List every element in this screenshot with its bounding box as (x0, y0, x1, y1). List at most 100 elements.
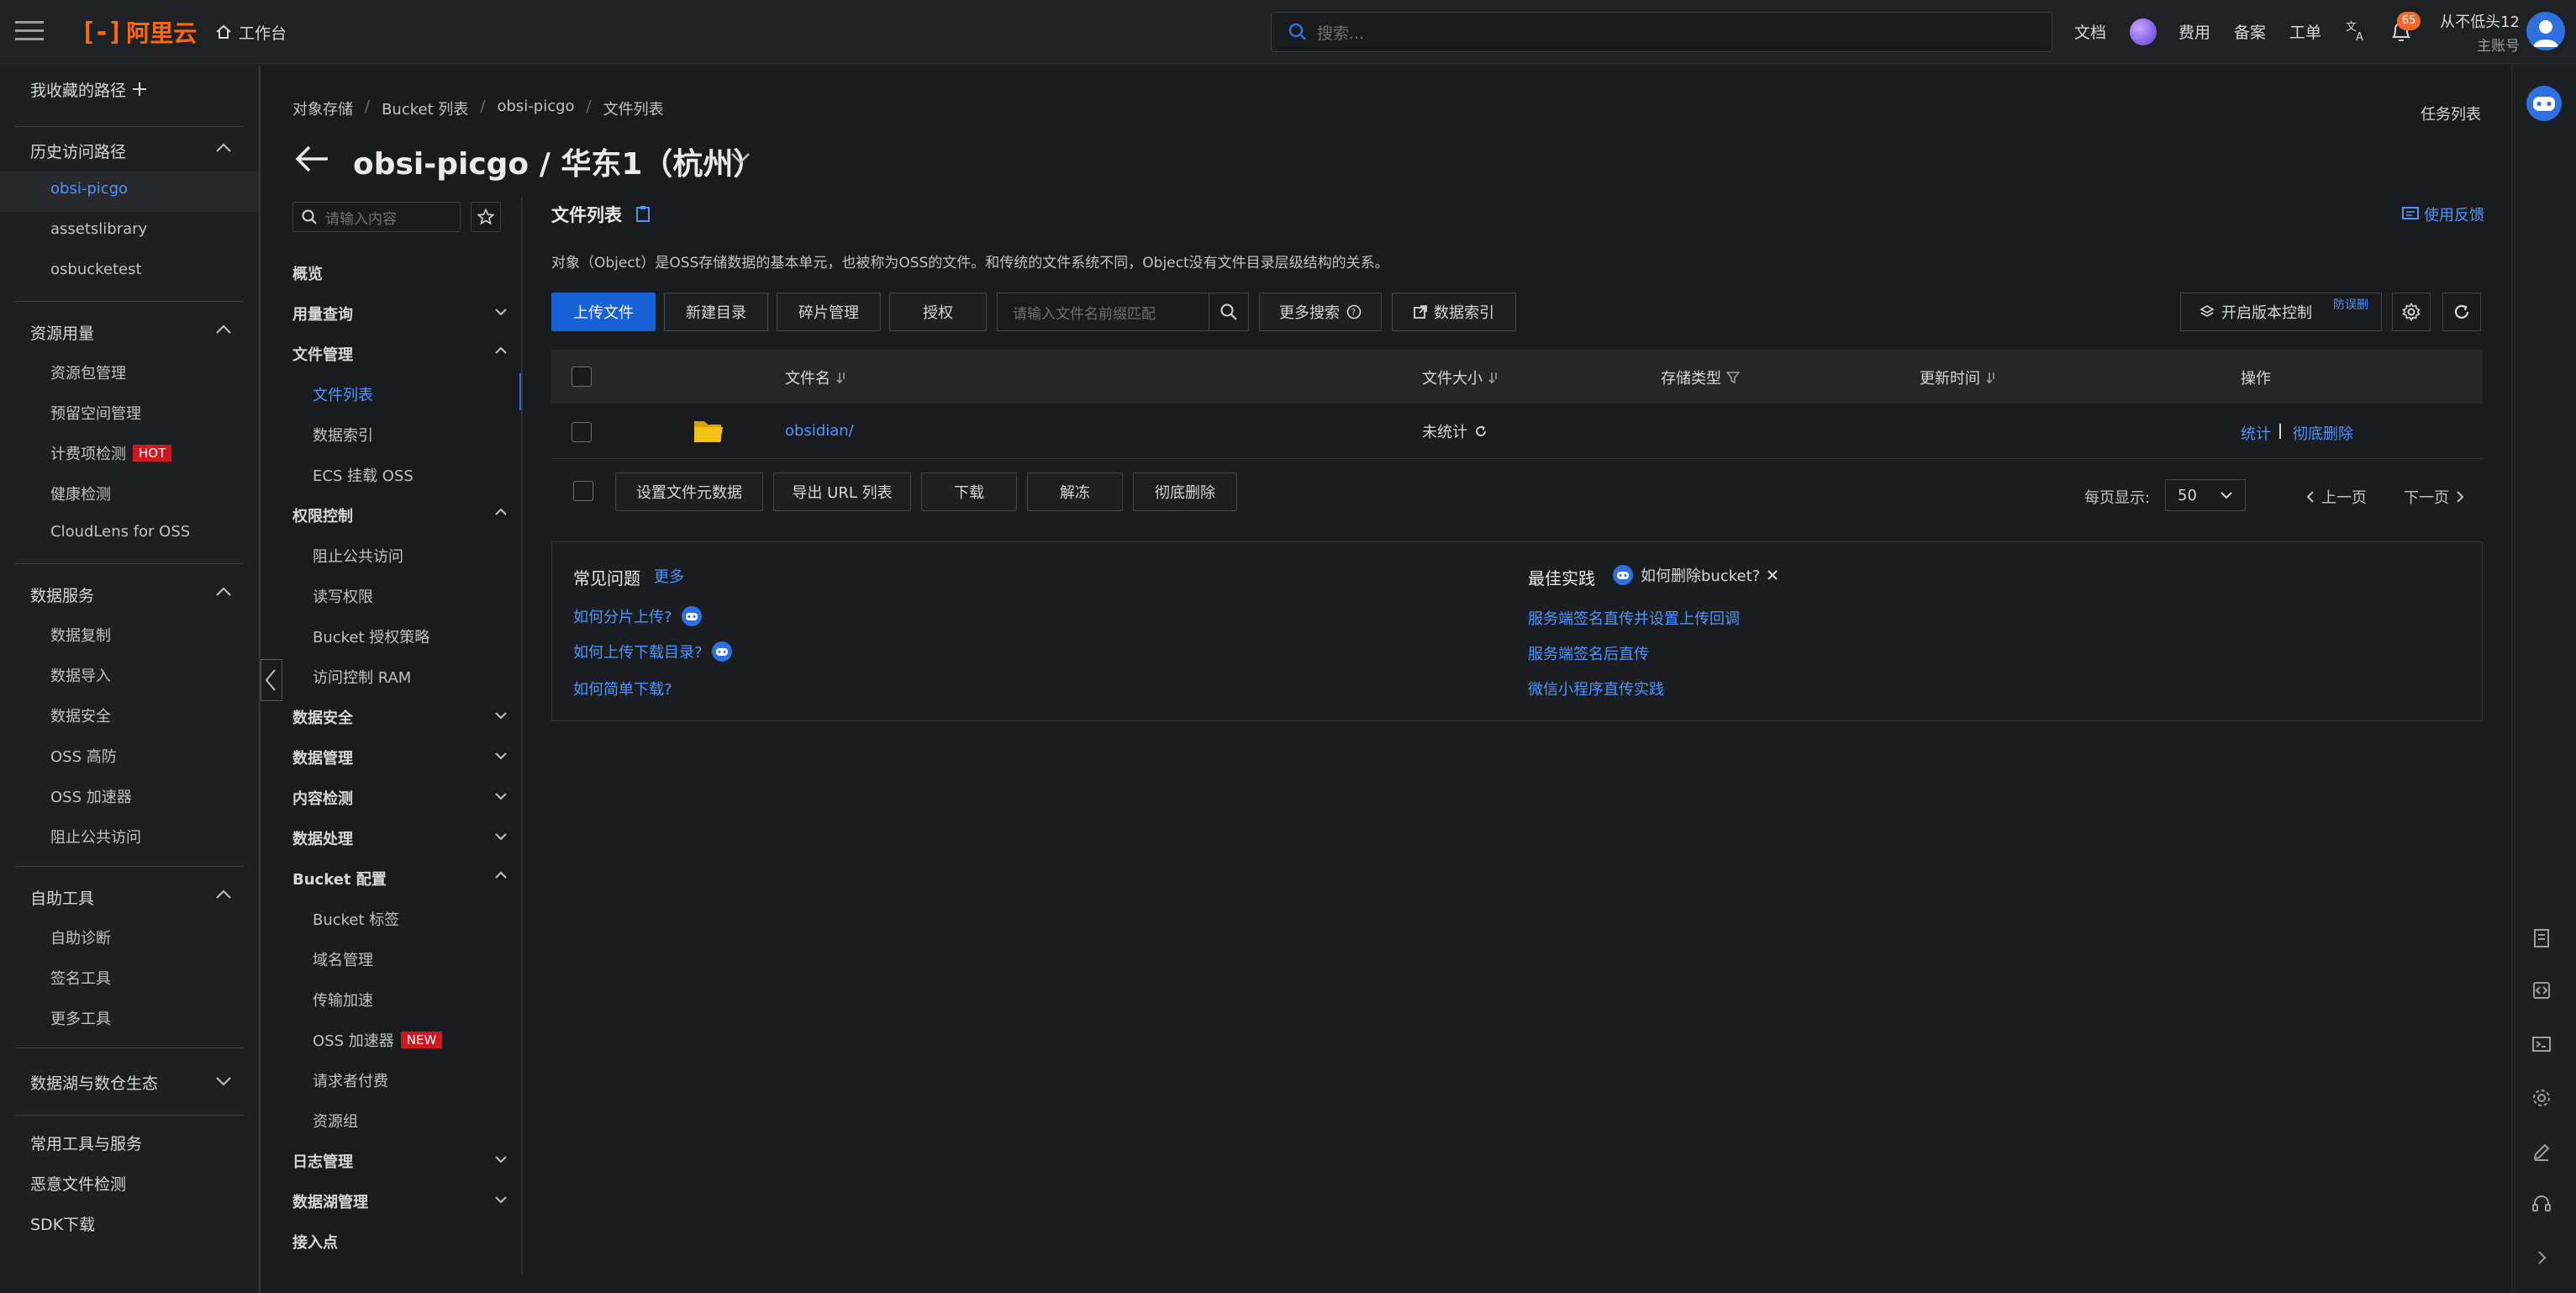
chevron-up-icon[interactable] (494, 346, 511, 356)
secnav-oss-accelerator[interactable]: OSS 加速器 NEW (313, 1029, 443, 1051)
nav-billing-check[interactable]: 计费项检测 HOT (50, 442, 172, 464)
more-search-button[interactable]: 更多搜索 ? (1259, 293, 1382, 331)
faq-more-link[interactable]: 更多 (654, 565, 684, 587)
page-size-select[interactable]: 50 (2165, 479, 2246, 511)
chevron-down-icon[interactable] (215, 1076, 232, 1086)
nav-history-obsi-picgo[interactable]: obsi-picgo (50, 180, 128, 198)
unfreeze-button[interactable]: 解冻 (1027, 472, 1123, 511)
chevron-down-icon[interactable] (494, 1155, 511, 1165)
breadcrumb-bucket[interactable]: obsi-picgo (497, 98, 574, 119)
fragment-management-button[interactable]: 碎片管理 (777, 293, 881, 331)
nav-history-assetslibrary[interactable]: assetslibrary (50, 220, 147, 238)
secnav-transfer-accel[interactable]: 传输加速 (313, 989, 373, 1011)
chevron-up-icon[interactable] (215, 143, 232, 153)
clipboard-icon[interactable] (635, 205, 651, 222)
back-arrow-icon[interactable] (294, 145, 329, 173)
nav-signature-tool[interactable]: 签名工具 (50, 967, 111, 989)
global-search-input[interactable]: 搜索... (1271, 12, 2052, 52)
settings-button[interactable] (2392, 293, 2431, 331)
next-page-button[interactable]: 下一页 (2404, 486, 2464, 508)
secnav-log-mgmt[interactable]: 日志管理 (292, 1150, 353, 1172)
secnav-datalake-mgmt[interactable]: 数据湖管理 (292, 1190, 368, 1212)
col-filename[interactable]: 文件名 (785, 367, 847, 388)
nav-sdk-download[interactable]: SDK下载 (30, 1212, 95, 1235)
icp-link[interactable]: 备案 (2234, 20, 2266, 43)
secnav-block-public[interactable]: 阻止公共访问 (313, 545, 403, 567)
refresh-button[interactable] (2442, 293, 2481, 331)
close-icon[interactable] (1767, 569, 1778, 581)
col-storage-type[interactable]: 存储类型 (1661, 367, 1740, 388)
best-practice-wechat[interactable]: 微信小程序直传实践 (1528, 678, 1664, 699)
row-stat-link[interactable]: 统计 (2241, 422, 2271, 444)
nav-data-replication[interactable]: 数据复制 (50, 624, 111, 646)
upload-file-button[interactable]: 上传文件 (551, 293, 656, 331)
faq-item-dir[interactable]: 如何上传下载目录? (573, 641, 733, 662)
nav-datalake[interactable]: 数据湖与数仓生态 (30, 1071, 158, 1094)
best-practice-pill[interactable]: 如何删除bucket? (1612, 562, 1778, 588)
authorize-button[interactable]: 授权 (889, 293, 987, 331)
nav-resource-usage[interactable]: 资源用量 (30, 321, 94, 344)
data-index-button[interactable]: 数据索引 (1392, 293, 1516, 331)
secnav-data-mgmt[interactable]: 数据管理 (292, 747, 353, 768)
document-icon[interactable] (2531, 928, 2552, 948)
nav-oss-ddos[interactable]: OSS 高防 (50, 745, 117, 767)
nav-history-osbucketest[interactable]: osbucketest (50, 261, 142, 278)
chevron-down-icon[interactable] (494, 711, 511, 721)
nav-favorites[interactable]: 我收藏的路径 (30, 78, 126, 101)
feedback-link[interactable]: 使用反馈 (2402, 203, 2484, 225)
col-filesize[interactable]: 文件大小 (1422, 367, 1499, 388)
avatar[interactable] (2526, 12, 2565, 50)
settings-gear-icon[interactable] (2531, 1088, 2552, 1108)
nav-common-tools[interactable]: 常用工具与服务 (30, 1132, 142, 1154)
docs-link[interactable]: 文档 (2074, 20, 2106, 43)
secnav-access-point[interactable]: 接入点 (292, 1231, 338, 1253)
nav-data-services[interactable]: 数据服务 (30, 583, 94, 606)
secnav-data-index[interactable]: 数据索引 (313, 424, 373, 446)
translate-icon[interactable]: 文A (2345, 18, 2368, 42)
best-practice-signed[interactable]: 服务端签名后直传 (1528, 642, 1649, 664)
select-all-checkbox[interactable] (572, 367, 592, 387)
chevron-up-icon[interactable] (494, 871, 511, 881)
chevron-up-icon[interactable] (215, 889, 232, 900)
chevron-down-icon[interactable] (494, 792, 511, 802)
nav-resource-package[interactable]: 资源包管理 (50, 362, 126, 383)
assistant-robot-icon[interactable] (2525, 84, 2563, 123)
menu-search-input[interactable]: 请输入内容 (292, 202, 461, 232)
nav-reserved-space[interactable]: 预留空间管理 (50, 402, 141, 424)
nav-malware-detection[interactable]: 恶意文件检测 (30, 1172, 126, 1195)
breadcrumb-bucket-list[interactable]: Bucket 列表 (382, 98, 468, 119)
secnav-resource-group[interactable]: 资源组 (313, 1110, 358, 1132)
nav-self-tools[interactable]: 自助工具 (30, 886, 94, 909)
nav-history[interactable]: 历史访问路径 (30, 140, 126, 162)
secnav-usage[interactable]: 用量查询 (292, 303, 353, 325)
secnav-bucket-policy[interactable]: Bucket 授权策略 (313, 625, 429, 647)
ticket-link[interactable]: 工单 (2289, 20, 2321, 43)
file-name-link[interactable]: obsidian/ (785, 422, 854, 440)
user-name[interactable]: 从不低头12 (2436, 10, 2520, 32)
chevron-up-icon[interactable] (494, 508, 511, 518)
nav-cloudlens[interactable]: CloudLens for OSS (50, 523, 190, 541)
faq-item-multipart[interactable]: 如何分片上传? (573, 605, 703, 627)
new-directory-button[interactable]: 新建目录 (664, 293, 768, 331)
secnav-content-detect[interactable]: 内容检测 (292, 787, 353, 809)
aliyun-logo[interactable]: [-] 阿里云 (81, 15, 197, 49)
nav-health-check[interactable]: 健康检测 (50, 483, 111, 504)
faq-item-simple-download[interactable]: 如何简单下载? (573, 678, 672, 699)
secnav-access[interactable]: 权限控制 (292, 504, 353, 526)
chevron-down-icon[interactable] (494, 308, 511, 318)
nav-more-tools[interactable]: 更多工具 (50, 1007, 111, 1029)
secnav-bucket-config[interactable]: Bucket 配置 (292, 868, 387, 889)
refresh-icon[interactable] (1474, 425, 1488, 438)
prev-page-button[interactable]: 上一页 (2306, 486, 2367, 508)
nav-block-public-access[interactable]: 阻止公共访问 (50, 826, 141, 847)
workbench-link[interactable]: 工作台 (215, 15, 287, 49)
chevron-down-icon[interactable] (494, 1195, 511, 1206)
add-favorite-icon[interactable] (131, 81, 148, 98)
region-dropdown-icon[interactable] (730, 151, 751, 165)
secnav-bucket-tags[interactable]: Bucket 标签 (313, 908, 399, 930)
row-checkbox[interactable] (572, 422, 592, 442)
code-icon[interactable] (2531, 980, 2552, 1000)
nav-data-import[interactable]: 数据导入 (50, 664, 111, 686)
download-button[interactable]: 下载 (921, 472, 1017, 511)
nav-data-security[interactable]: 数据安全 (50, 705, 111, 726)
